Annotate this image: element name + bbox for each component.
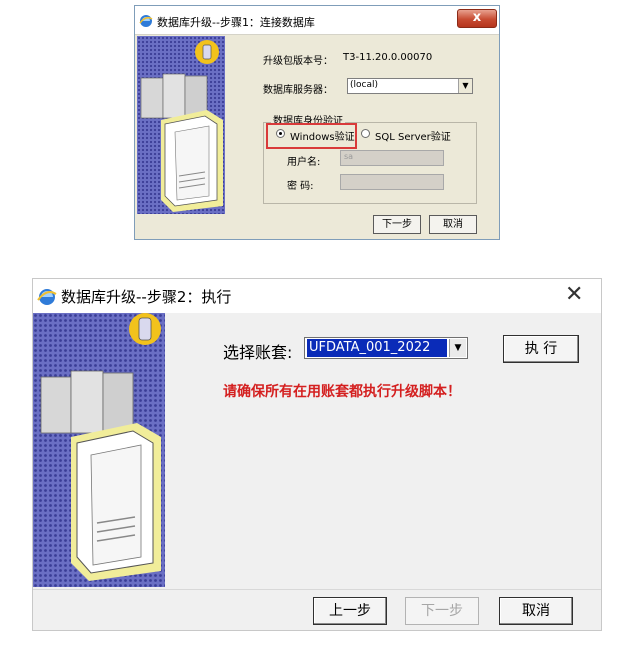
title-bar[interactable]: 数据库升级--步骤1：连接数据库 x — [135, 6, 499, 35]
app-icon — [37, 287, 57, 311]
chevron-down-icon[interactable]: ▼ — [449, 339, 466, 357]
username-value: sa — [344, 152, 354, 161]
server-illustration — [137, 36, 257, 220]
server-select[interactable]: (local) ▼ — [347, 78, 473, 94]
footer-separator — [33, 589, 601, 590]
password-label: 密 码: — [287, 181, 314, 192]
execute-button[interactable]: 执 行 — [503, 335, 579, 363]
radio-windows-label[interactable]: Windows验证 — [290, 128, 355, 143]
next-button[interactable]: 下一步 — [373, 215, 421, 234]
account-value: UFDATA_001_2022 — [307, 339, 447, 357]
version-value: T3-11.20.0.00070 — [343, 52, 433, 63]
execute-dialog: 数据库升级--步骤2：执行 ✕ 选择账套: UFDATA_001_2022 ▼ … — [32, 278, 602, 631]
username-label: 用户名: — [287, 157, 321, 168]
connect-database-dialog: 数据库升级--步骤1：连接数据库 x 升级包版本号： T3-11.20.0.00… — [134, 5, 500, 240]
radio-sql-auth[interactable] — [361, 129, 370, 138]
window-title: 数据库升级--步骤1：连接数据库 — [157, 16, 315, 29]
cancel-button[interactable]: 取消 — [429, 215, 477, 234]
server-label: 数据库服务器： — [263, 85, 333, 96]
server-value: (local) — [350, 80, 378, 90]
next-button: 下一步 — [405, 597, 479, 625]
chevron-down-icon[interactable]: ▼ — [458, 79, 472, 93]
cancel-button[interactable]: 取消 — [499, 597, 573, 625]
app-icon — [139, 13, 153, 32]
version-label: 升级包版本号： — [263, 56, 333, 67]
title-bar[interactable]: 数据库升级--步骤2：执行 ✕ — [33, 279, 601, 313]
password-field[interactable] — [340, 174, 444, 190]
close-button[interactable]: x — [457, 9, 497, 28]
account-select[interactable]: UFDATA_001_2022 ▼ — [304, 337, 468, 359]
server-illustration — [33, 313, 173, 592]
radio-windows-auth[interactable] — [276, 129, 285, 138]
radio-sql-label[interactable]: SQL Server验证 — [375, 128, 451, 143]
close-icon[interactable]: ✕ — [565, 282, 583, 308]
username-field[interactable]: sa — [340, 150, 444, 166]
prev-button[interactable]: 上一步 — [313, 597, 387, 625]
window-title: 数据库升级--步骤2：执行 — [61, 288, 232, 306]
select-account-label: 选择账套: — [223, 343, 293, 362]
warning-message: 请确保所有在用账套都执行升级脚本！ — [223, 384, 461, 400]
